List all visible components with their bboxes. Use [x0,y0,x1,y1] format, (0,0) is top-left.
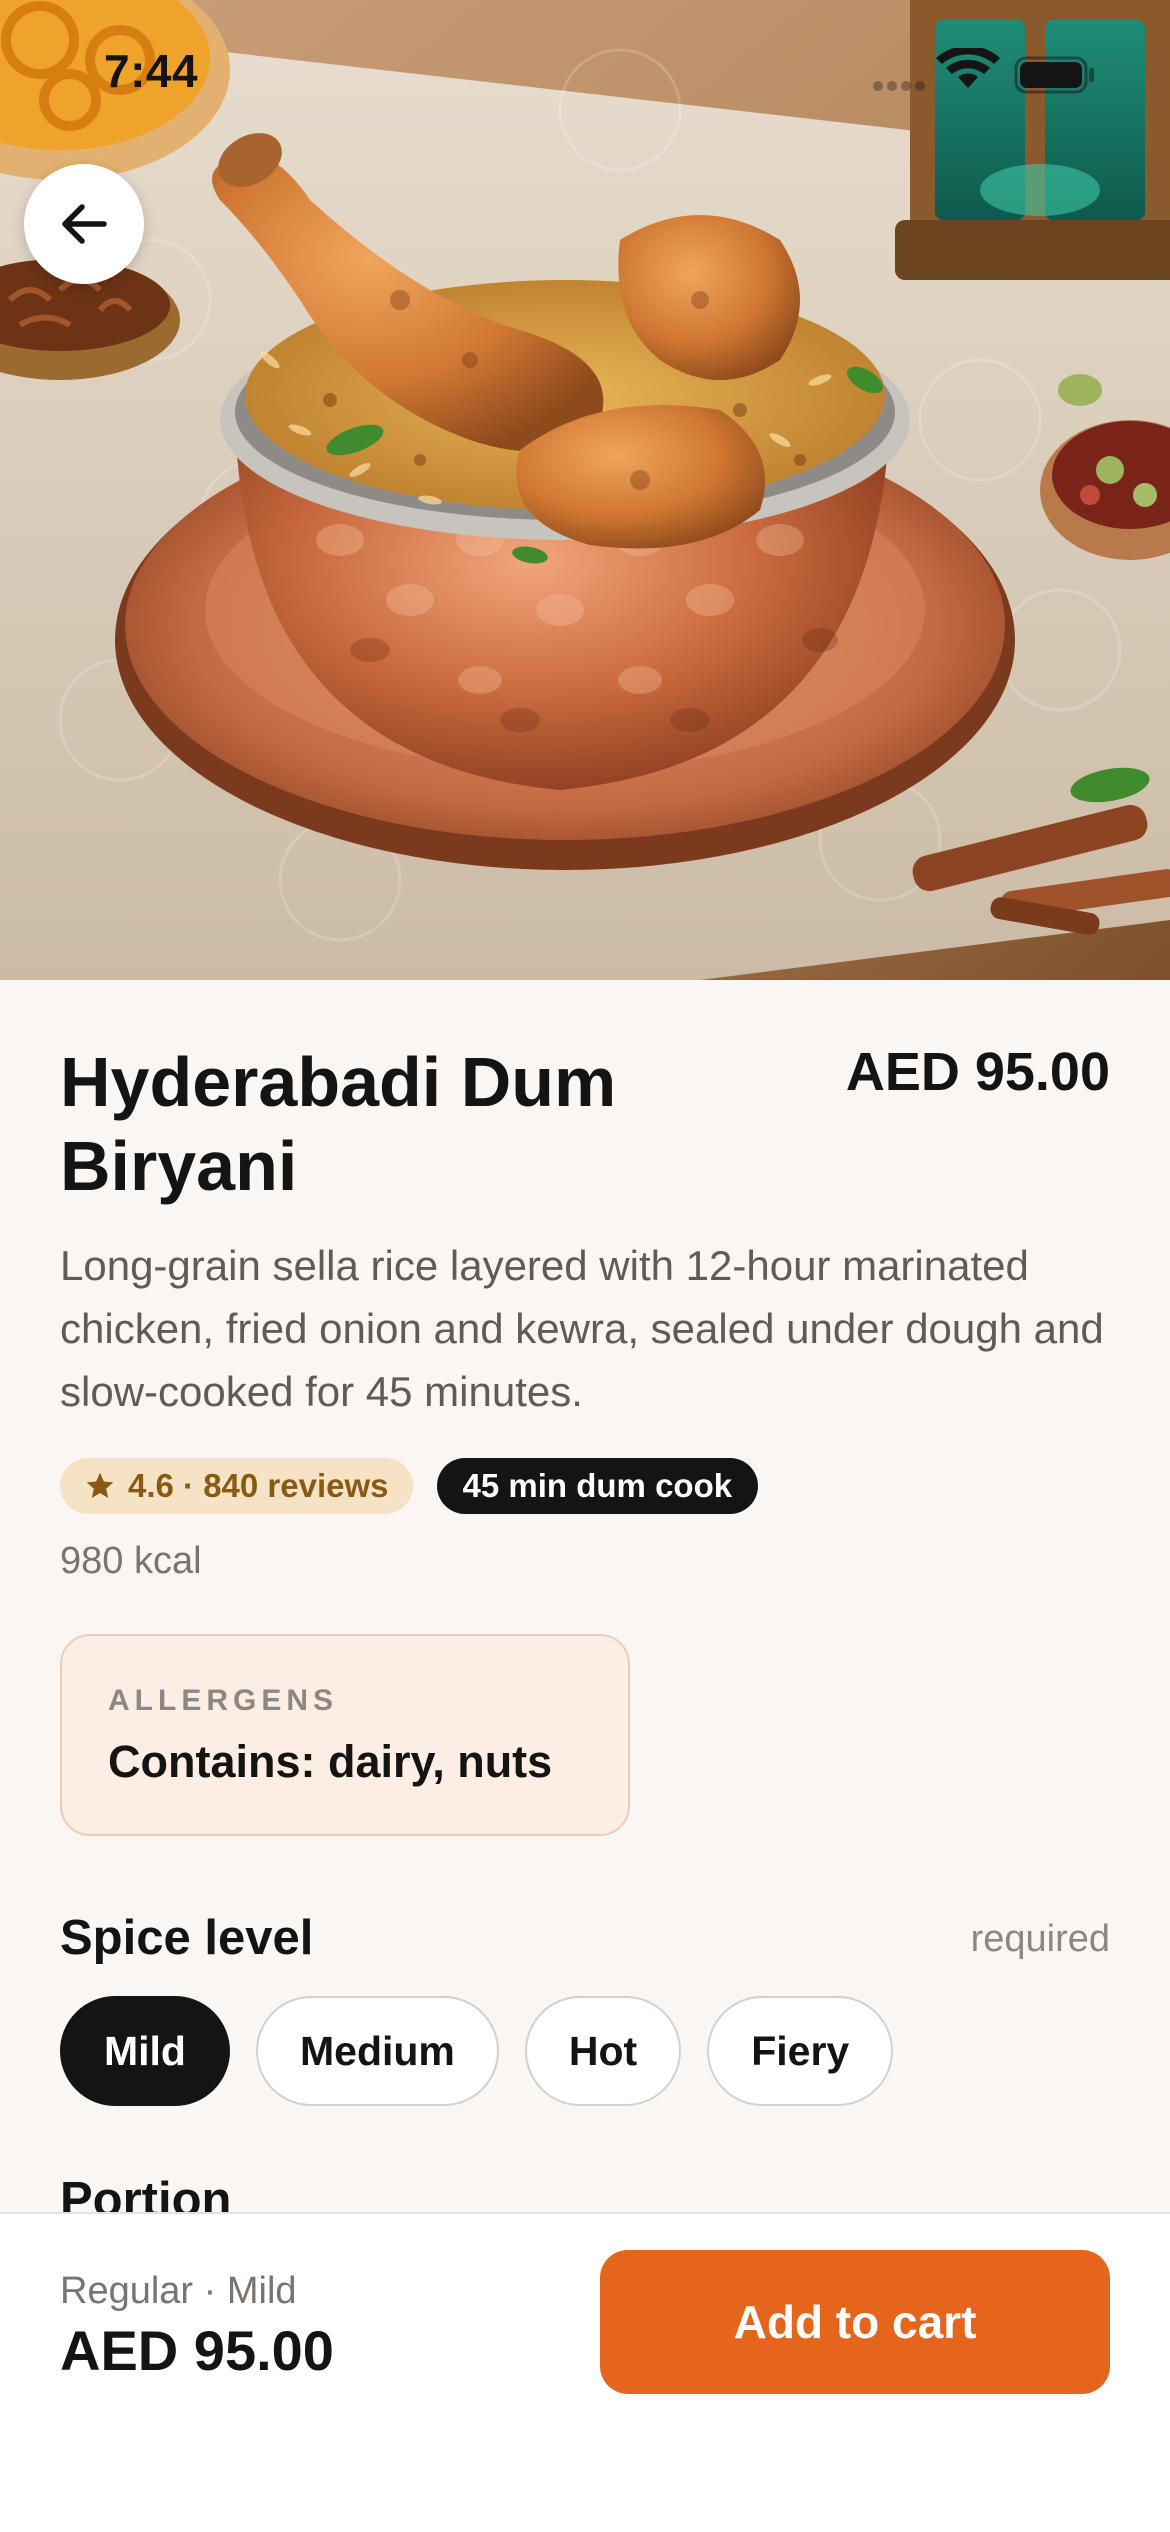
spice-chip-mild[interactable]: Mild [60,1996,230,2106]
signal-icon [873,81,925,91]
allergens-card: ALLERGENS Contains: dairy, nuts [60,1634,630,1836]
calories-text: 980 kcal [60,1540,202,1582]
add-to-cart-button[interactable]: Add to cart [600,2250,1110,2394]
total-price: AED 95.00 [60,2319,334,2382]
rating-badge: 4.6 · 840 reviews [60,1458,413,1514]
allergens-label: ALLERGENS [108,1684,339,1717]
dish-badges: 4.6 · 840 reviews 45 min dum cook [60,1458,759,1514]
dish-details: Hyderabadi Dum Biryani AED 95.00 Long-gr… [0,980,1170,2212]
cook-time-badge: 45 min dum cook [436,1458,759,1514]
battery-icon [1014,56,1094,94]
biryani-dish-photo [0,0,1170,980]
arrow-left-icon [62,204,107,244]
wifi-icon [936,48,1000,88]
back-button[interactable] [24,164,144,284]
status-time: 7:44 [104,45,199,97]
cart-bar: Regular · Mild AED 95.00 Add to cart [0,2212,1170,2532]
dish-description: Long-grain sella rice layered with 12-ho… [60,1242,1104,1415]
star-icon [86,1472,114,1498]
portion-title: Portion [60,2173,232,2212]
status-icons [873,48,1094,94]
allergens-text: Contains: dairy, nuts [108,1736,553,1787]
spice-chip-hot[interactable]: Hot [524,1996,682,2106]
hero-image: 7:44 [0,0,1170,980]
rating-text: 4.6 · 840 reviews [128,1467,389,1504]
dish-title: Hyderabadi Dum Biryani [60,1043,617,1205]
dish-price: AED 95.00 [845,1042,1110,1102]
spice-chip-medium[interactable]: Medium [255,1996,499,2106]
spice-chip-fiery[interactable]: Fiery [707,1996,894,2106]
spice-level-title: Spice level [60,1911,314,1965]
selection-summary: Regular · Mild [60,2270,297,2312]
spice-level-required: required [970,1918,1110,1960]
spice-level-options: Mild Medium Hot Fiery [60,1996,894,2106]
